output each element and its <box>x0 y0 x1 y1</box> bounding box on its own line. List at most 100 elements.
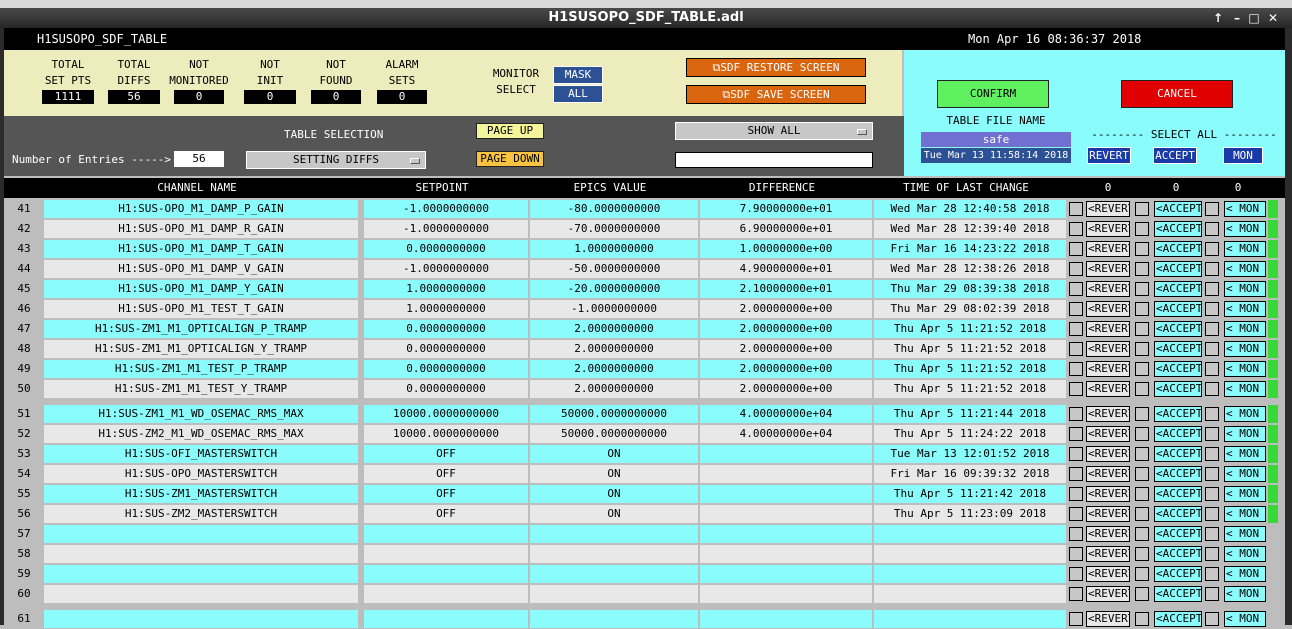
revert-checkbox[interactable] <box>1069 427 1083 441</box>
mon-checkbox[interactable] <box>1205 382 1219 396</box>
revert-button[interactable]: <REVERT <box>1086 201 1130 217</box>
mon-button[interactable]: < MON <box>1224 506 1266 522</box>
mon-button[interactable]: < MON <box>1224 426 1266 442</box>
revert-checkbox[interactable] <box>1069 362 1083 376</box>
mon-button[interactable]: < MON <box>1224 486 1266 502</box>
mon-button[interactable]: < MON <box>1224 566 1266 582</box>
mon-button[interactable]: < MON <box>1224 361 1266 377</box>
select-all-revert-button[interactable]: REVERT <box>1087 147 1131 164</box>
window-titlebar[interactable]: H1SUSOPO_SDF_TABLE.adl ↑ – □ ✕ <box>0 8 1292 28</box>
filter-input[interactable] <box>675 152 873 168</box>
mon-button[interactable]: < MON <box>1224 241 1266 257</box>
close-icon[interactable]: ✕ <box>1265 10 1281 26</box>
revert-button[interactable]: <REVERT <box>1086 321 1130 337</box>
accept-checkbox[interactable] <box>1135 282 1149 296</box>
revert-checkbox[interactable] <box>1069 487 1083 501</box>
revert-button[interactable]: <REVERT <box>1086 341 1130 357</box>
mon-checkbox[interactable] <box>1205 202 1219 216</box>
mon-checkbox[interactable] <box>1205 322 1219 336</box>
mon-button[interactable]: < MON <box>1224 341 1266 357</box>
accept-button[interactable]: <ACCEPT <box>1154 361 1202 377</box>
revert-button[interactable]: <REVERT <box>1086 221 1130 237</box>
accept-checkbox[interactable] <box>1135 262 1149 276</box>
accept-checkbox[interactable] <box>1135 612 1149 626</box>
accept-checkbox[interactable] <box>1135 302 1149 316</box>
accept-checkbox[interactable] <box>1135 362 1149 376</box>
revert-checkbox[interactable] <box>1069 407 1083 421</box>
all-button[interactable]: ALL <box>553 85 603 103</box>
accept-checkbox[interactable] <box>1135 202 1149 216</box>
revert-button[interactable]: <REVERT <box>1086 381 1130 397</box>
mon-checkbox[interactable] <box>1205 527 1219 541</box>
maximize-icon[interactable]: □ <box>1246 10 1262 26</box>
revert-checkbox[interactable] <box>1069 342 1083 356</box>
mon-checkbox[interactable] <box>1205 507 1219 521</box>
mon-button[interactable]: < MON <box>1224 221 1266 237</box>
accept-button[interactable]: <ACCEPT <box>1154 301 1202 317</box>
revert-checkbox[interactable] <box>1069 262 1083 276</box>
revert-button[interactable]: <REVERT <box>1086 506 1130 522</box>
revert-button[interactable]: <REVERT <box>1086 546 1130 562</box>
mon-checkbox[interactable] <box>1205 487 1219 501</box>
revert-button[interactable]: <REVERT <box>1086 406 1130 422</box>
accept-button[interactable]: <ACCEPT <box>1154 466 1202 482</box>
accept-checkbox[interactable] <box>1135 507 1149 521</box>
revert-checkbox[interactable] <box>1069 202 1083 216</box>
raise-icon[interactable]: ↑ <box>1210 10 1226 26</box>
accept-checkbox[interactable] <box>1135 527 1149 541</box>
accept-checkbox[interactable] <box>1135 567 1149 581</box>
mon-button[interactable]: < MON <box>1224 586 1266 602</box>
accept-button[interactable]: <ACCEPT <box>1154 446 1202 462</box>
revert-checkbox[interactable] <box>1069 587 1083 601</box>
page-up-button[interactable]: PAGE UP <box>476 123 544 139</box>
revert-button[interactable]: <REVERT <box>1086 466 1130 482</box>
mon-button[interactable]: < MON <box>1224 546 1266 562</box>
mon-checkbox[interactable] <box>1205 447 1219 461</box>
mon-checkbox[interactable] <box>1205 242 1219 256</box>
accept-button[interactable]: <ACCEPT <box>1154 586 1202 602</box>
revert-button[interactable]: <REVERT <box>1086 261 1130 277</box>
mon-checkbox[interactable] <box>1205 302 1219 316</box>
mon-button[interactable]: < MON <box>1224 301 1266 317</box>
revert-checkbox[interactable] <box>1069 242 1083 256</box>
revert-button[interactable]: <REVERT <box>1086 241 1130 257</box>
mon-checkbox[interactable] <box>1205 587 1219 601</box>
revert-checkbox[interactable] <box>1069 282 1083 296</box>
mon-button[interactable]: < MON <box>1224 406 1266 422</box>
revert-checkbox[interactable] <box>1069 507 1083 521</box>
mon-checkbox[interactable] <box>1205 282 1219 296</box>
revert-button[interactable]: <REVERT <box>1086 486 1130 502</box>
mon-button[interactable]: < MON <box>1224 526 1266 542</box>
accept-checkbox[interactable] <box>1135 547 1149 561</box>
revert-button[interactable]: <REVERT <box>1086 446 1130 462</box>
accept-button[interactable]: <ACCEPT <box>1154 406 1202 422</box>
mon-button[interactable]: < MON <box>1224 446 1266 462</box>
mon-button[interactable]: < MON <box>1224 281 1266 297</box>
accept-button[interactable]: <ACCEPT <box>1154 241 1202 257</box>
page-down-button[interactable]: PAGE DOWN <box>476 151 544 167</box>
accept-button[interactable]: <ACCEPT <box>1154 506 1202 522</box>
accept-button[interactable]: <ACCEPT <box>1154 426 1202 442</box>
revert-checkbox[interactable] <box>1069 527 1083 541</box>
accept-button[interactable]: <ACCEPT <box>1154 321 1202 337</box>
mon-button[interactable]: < MON <box>1224 261 1266 277</box>
revert-button[interactable]: <REVERT <box>1086 526 1130 542</box>
accept-button[interactable]: <ACCEPT <box>1154 261 1202 277</box>
mon-button[interactable]: < MON <box>1224 381 1266 397</box>
mon-checkbox[interactable] <box>1205 407 1219 421</box>
accept-button[interactable]: <ACCEPT <box>1154 341 1202 357</box>
accept-button[interactable]: <ACCEPT <box>1154 526 1202 542</box>
revert-checkbox[interactable] <box>1069 567 1083 581</box>
mon-button[interactable]: < MON <box>1224 321 1266 337</box>
mask-button[interactable]: MASK <box>553 66 603 84</box>
mon-checkbox[interactable] <box>1205 262 1219 276</box>
accept-checkbox[interactable] <box>1135 342 1149 356</box>
revert-checkbox[interactable] <box>1069 222 1083 236</box>
table-selection-menu[interactable]: SETTING DIFFS <box>246 151 426 169</box>
mon-checkbox[interactable] <box>1205 547 1219 561</box>
show-all-menu[interactable]: SHOW ALL <box>675 122 873 140</box>
revert-checkbox[interactable] <box>1069 382 1083 396</box>
minimize-icon[interactable]: – <box>1229 10 1245 26</box>
revert-button[interactable]: <REVERT <box>1086 361 1130 377</box>
sdf-save-screen-button[interactable]: ⧉SDF SAVE SCREEN <box>686 85 866 104</box>
